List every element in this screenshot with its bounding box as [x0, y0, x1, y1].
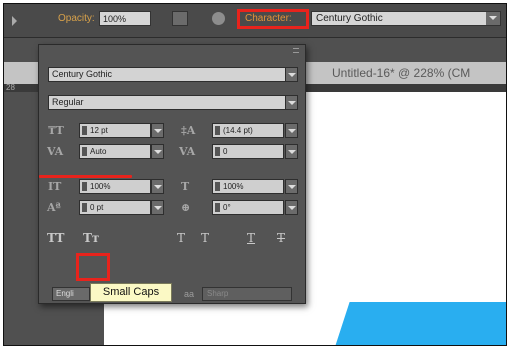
rotation-input[interactable]: 0°: [212, 200, 284, 215]
baseline-shift-input[interactable]: 0 pt: [79, 200, 151, 215]
kerning-value: Auto: [90, 147, 107, 156]
kerning-dropdown[interactable]: [151, 144, 164, 159]
underline-button[interactable]: T: [247, 231, 255, 245]
baseline-shift-stepper[interactable]: [82, 203, 87, 212]
font-style-select[interactable]: Regular: [48, 95, 298, 110]
leading-stepper[interactable]: [215, 126, 220, 135]
font-family-value: Century Gothic: [52, 69, 113, 79]
baseline-shift-icon: Aª: [47, 201, 61, 214]
control-font-select[interactable]: Century Gothic: [311, 11, 501, 26]
opacity-dropdown-button[interactable]: [172, 11, 188, 26]
font-family-select[interactable]: Century Gothic: [48, 67, 298, 82]
globe-icon[interactable]: [212, 12, 225, 25]
tracking-value: 0: [223, 147, 228, 156]
horizontal-scale-dropdown[interactable]: [285, 179, 298, 194]
font-family-dropdown[interactable]: [285, 67, 298, 82]
font-size-input[interactable]: 12 pt: [79, 123, 151, 138]
kerning-stepper[interactable]: [82, 147, 87, 156]
rotation-dropdown[interactable]: [285, 200, 298, 215]
panel-menu-icon[interactable]: [293, 48, 299, 53]
tracking-icon: VA: [179, 145, 196, 158]
tracking-input[interactable]: 0: [212, 144, 284, 159]
font-style-dropdown[interactable]: [285, 95, 298, 110]
horizontal-scale-stepper[interactable]: [215, 182, 220, 191]
leading-value: (14.4 pt): [223, 126, 253, 135]
small-caps-tooltip: Small Caps: [90, 283, 172, 302]
document-tab-title[interactable]: Untitled-16* @ 228% (CM: [332, 66, 470, 80]
all-caps-button[interactable]: TT: [47, 231, 64, 245]
character-panel-link[interactable]: Character:: [237, 9, 309, 29]
superscript-button[interactable]: T: [177, 231, 185, 245]
tracking-dropdown[interactable]: [285, 144, 298, 159]
vertical-scale-icon: IT: [48, 180, 62, 193]
leading-icon: ‡A: [181, 124, 196, 137]
blue-shape[interactable]: [334, 302, 506, 345]
font-style-value: Regular: [52, 97, 84, 107]
chevron-down-icon[interactable]: [486, 12, 500, 25]
rotation-icon: ⊕: [181, 201, 191, 214]
small-caps-highlight-box: [76, 253, 110, 281]
subscript-button[interactable]: T: [201, 231, 209, 245]
screenshot-frame: Opacity: 100% Character: Century Gothic …: [3, 3, 507, 346]
horizontal-scale-value: 100%: [223, 182, 244, 191]
antialias-select[interactable]: Sharp: [202, 287, 292, 301]
scale-highlight-underline: [39, 175, 132, 178]
opacity-label: Opacity:: [58, 13, 95, 24]
leading-dropdown[interactable]: [285, 123, 298, 138]
strikethrough-button[interactable]: T: [277, 231, 285, 245]
menu-arrow-icon[interactable]: [12, 16, 17, 26]
baseline-shift-dropdown[interactable]: [151, 200, 164, 215]
tracking-stepper[interactable]: [215, 147, 220, 156]
language-select[interactable]: Engli: [52, 287, 90, 301]
kerning-input[interactable]: Auto: [79, 144, 151, 159]
antialias-label: aa: [184, 289, 195, 299]
rotation-stepper[interactable]: [215, 203, 220, 212]
rotation-value: 0°: [223, 203, 231, 212]
vertical-scale-dropdown[interactable]: [151, 179, 164, 194]
font-size-icon: ₸T: [48, 124, 64, 137]
antialias-label-letter: a: [189, 289, 195, 299]
control-font-value: Century Gothic: [316, 13, 383, 24]
font-size-value: 12 pt: [90, 126, 108, 135]
control-bar: Opacity: 100% Character: Century Gothic: [4, 4, 506, 38]
baseline-shift-value: 0 pt: [90, 203, 104, 212]
vertical-scale-value: 100%: [90, 182, 111, 191]
horizontal-scale-icon: T: [181, 180, 190, 193]
kerning-icon: VA: [47, 145, 64, 158]
ruler-number: 28: [6, 83, 15, 92]
horizontal-scale-input[interactable]: 100%: [212, 179, 284, 194]
font-size-dropdown[interactable]: [151, 123, 164, 138]
font-size-stepper[interactable]: [82, 126, 87, 135]
opacity-input[interactable]: 100%: [99, 11, 151, 26]
small-caps-button[interactable]: Tт: [83, 231, 99, 245]
vertical-scale-input[interactable]: 100%: [79, 179, 151, 194]
leading-input[interactable]: (14.4 pt): [212, 123, 284, 138]
vertical-scale-stepper[interactable]: [82, 182, 87, 191]
